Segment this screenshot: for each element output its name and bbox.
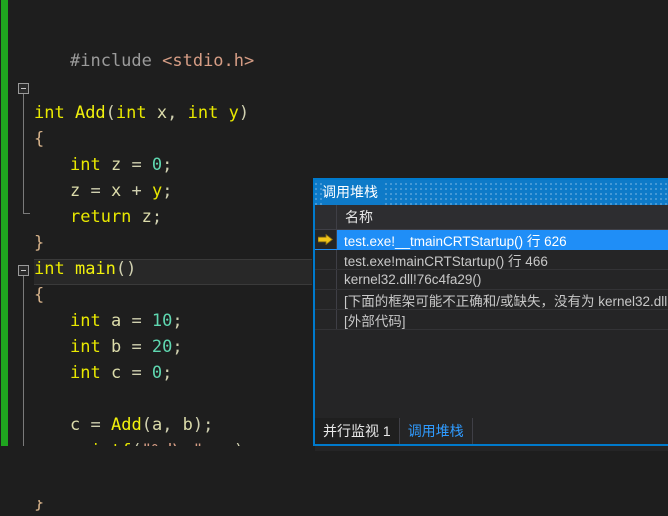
code-token: ;: [162, 363, 173, 383]
row-icon-cell: [315, 250, 337, 269]
debug-panel-tabs[interactable]: 并行监视 1 调用堆栈: [315, 418, 668, 446]
code-token: int: [34, 103, 75, 123]
icon-column-header: [315, 205, 337, 229]
code-token: int: [187, 103, 229, 123]
call-stack-title-bar[interactable]: 调用堆栈: [315, 180, 668, 205]
editor-bottom-area: [0, 446, 668, 500]
code-token: z: [110, 155, 132, 175]
code-token: y: [151, 181, 163, 201]
code-token: +: [131, 181, 152, 201]
yellow-arrow-icon: [318, 234, 333, 245]
column-header-name: 名称: [345, 209, 373, 225]
code-token: (): [115, 259, 137, 279]
tab-label: 调用堆栈: [407, 423, 464, 439]
code-token: z: [141, 207, 152, 227]
code-token: (: [141, 415, 152, 435]
call-stack-row[interactable]: test.exe!mainCRTStartup() 行 466: [315, 250, 668, 270]
code-token: Add: [110, 415, 142, 435]
call-stack-panel[interactable]: 调用堆栈 名称 test.exe!__tmainCRTStartup() 行 6…: [313, 178, 668, 451]
row-icon-cell: [315, 290, 337, 309]
code-token: 10: [151, 311, 173, 331]
tab-call-stack[interactable]: 调用堆栈: [399, 418, 473, 444]
code-token: z: [70, 181, 91, 201]
code-token: int: [70, 155, 111, 175]
code-token: main: [74, 259, 116, 279]
code-token: a: [151, 415, 163, 435]
code-token: =: [131, 337, 152, 357]
code-token: y: [228, 103, 239, 123]
tab-strip-empty: [472, 418, 668, 444]
code-token: return: [70, 207, 142, 227]
code-line: {: [0, 126, 668, 152]
code-token: }: [34, 233, 45, 253]
code-token: ;: [172, 311, 183, 331]
call-stack-frame-label: test.exe!__tmainCRTStartup() 行 626: [344, 233, 567, 249]
row-icon-cell: [315, 310, 337, 329]
code-token: (: [105, 103, 116, 123]
code-token: ): [238, 103, 250, 123]
code-token: x: [156, 103, 168, 123]
code-token: ,: [162, 415, 183, 435]
code-token: =: [131, 311, 152, 331]
code-token: x: [110, 181, 132, 201]
code-token: b: [182, 415, 193, 435]
code-token: =: [131, 155, 152, 175]
code-token: int: [70, 337, 111, 357]
code-line: int z = 0;: [0, 152, 668, 178]
call-stack-title: 调用堆栈: [322, 180, 384, 205]
call-stack-frame-label: kernel32.dll!76c4fa29(): [344, 272, 482, 287]
code-token: <stdio.h>: [162, 51, 255, 71]
call-stack-frame-label: [外部代码]: [344, 313, 406, 329]
tab-label: 并行监视 1: [323, 423, 391, 439]
code-line: #include <stdio.h>: [0, 48, 668, 74]
call-stack-rows[interactable]: test.exe!__tmainCRTStartup() 行 626 test.e…: [315, 230, 668, 330]
code-token: int: [70, 363, 111, 383]
code-token: int: [115, 103, 157, 123]
call-stack-frame-label: test.exe!mainCRTStartup() 行 466: [344, 253, 548, 269]
row-icon-cell: [315, 230, 337, 249]
call-stack-frame-label: [下面的框架可能不正确和/或缺失，没有为 kernel32.dll 加载符号]: [344, 293, 668, 309]
code-token: ;: [172, 337, 183, 357]
code-token: {: [34, 129, 45, 149]
call-stack-row[interactable]: test.exe!__tmainCRTStartup() 行 626: [315, 230, 668, 250]
code-token: ;: [162, 181, 173, 201]
call-stack-row[interactable]: [外部代码]: [315, 310, 668, 330]
code-token: b: [110, 337, 132, 357]
code-token: );: [192, 415, 214, 435]
code-token: ,: [167, 103, 188, 123]
code-token: c: [70, 415, 91, 435]
code-token: int: [34, 259, 75, 279]
code-token: 0: [151, 363, 163, 383]
code-token: int: [70, 311, 111, 331]
code-token: a: [110, 311, 132, 331]
code-token: =: [90, 415, 111, 435]
row-icon-cell: [315, 270, 337, 289]
code-token: #include: [70, 51, 163, 71]
code-token: ;: [151, 207, 163, 227]
code-token: =: [90, 181, 111, 201]
code-token: Add: [74, 103, 106, 123]
code-line: int Add(int x, int y): [0, 100, 668, 126]
call-stack-row[interactable]: [下面的框架可能不正确和/或缺失，没有为 kernel32.dll 加载符号]: [315, 290, 668, 310]
code-token: {: [34, 285, 45, 305]
tab-parallel-watch-1[interactable]: 并行监视 1: [315, 418, 400, 444]
code-token: c: [110, 363, 132, 383]
code-token: 0: [151, 155, 163, 175]
call-stack-column-header[interactable]: 名称: [315, 205, 668, 230]
code-token: =: [131, 363, 152, 383]
call-stack-row[interactable]: kernel32.dll!76c4fa29(): [315, 270, 668, 290]
code-token: ;: [162, 155, 173, 175]
code-token: 20: [151, 337, 173, 357]
